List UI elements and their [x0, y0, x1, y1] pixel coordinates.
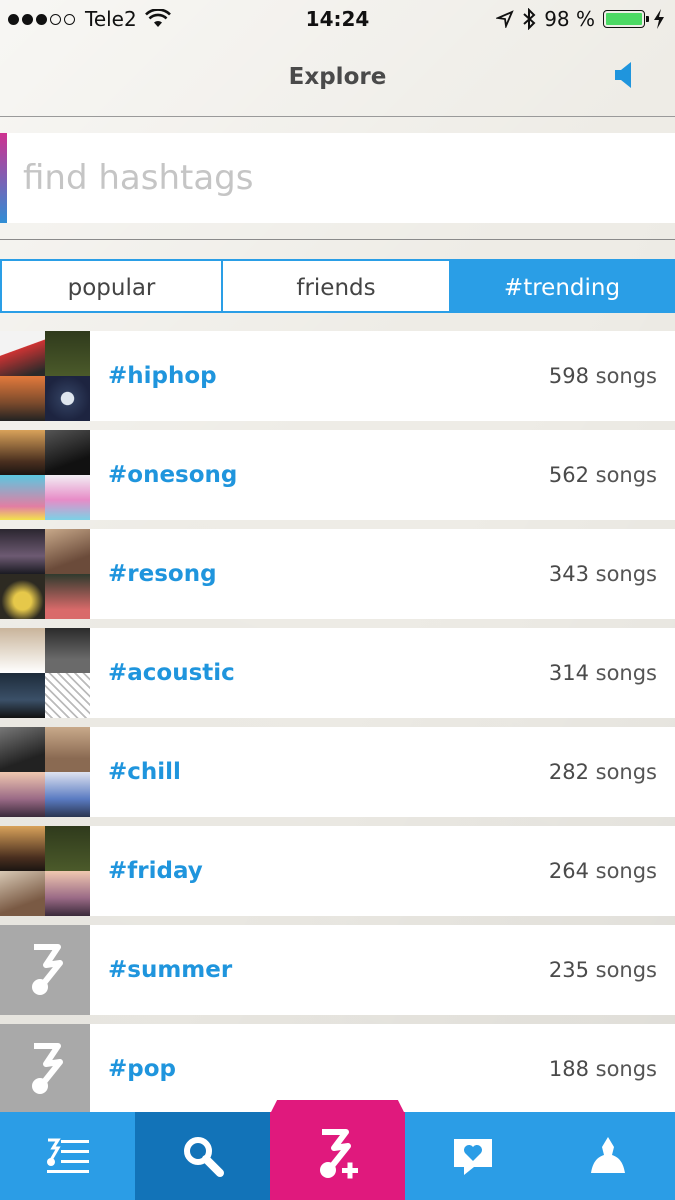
song-count: 235 songs — [548, 958, 657, 982]
list-item[interactable]: #chill 282 songs — [0, 727, 675, 817]
song-count: 314 songs — [548, 661, 657, 685]
playlist-icon — [46, 1138, 89, 1173]
tab-search[interactable] — [135, 1112, 270, 1200]
tab-popular[interactable]: popular — [0, 259, 223, 313]
hashtag-search-bar — [0, 133, 675, 223]
battery-percent: 98 % — [544, 7, 595, 31]
add-song-icon — [319, 1129, 358, 1179]
song-count: 282 songs — [548, 760, 657, 784]
music-note-icon — [0, 925, 90, 1015]
list-item[interactable]: #acoustic 314 songs — [0, 628, 675, 718]
bottom-tab-bar — [0, 1112, 675, 1200]
tab-trending[interactable]: #trending — [451, 259, 675, 313]
bluetooth-icon — [523, 8, 536, 30]
list-item[interactable]: #resong 343 songs — [0, 529, 675, 619]
chat-heart-icon — [453, 1139, 492, 1175]
list-item[interactable]: #hiphop 598 songs — [0, 331, 675, 421]
hashtag-label: #resong — [108, 561, 217, 587]
album-covers-thumbnail — [0, 331, 90, 421]
album-covers-thumbnail — [0, 727, 90, 817]
hashtag-label: #friday — [108, 858, 203, 884]
search-icon — [183, 1137, 224, 1177]
tab-profile[interactable] — [540, 1112, 675, 1200]
album-covers-thumbnail — [0, 628, 90, 718]
album-covers-thumbnail — [0, 826, 90, 916]
hashtag-label: #pop — [108, 1056, 177, 1082]
music-note-icon — [0, 1024, 90, 1114]
list-item[interactable]: #friday 264 songs — [0, 826, 675, 916]
album-covers-thumbnail — [0, 430, 90, 520]
song-count: 188 songs — [548, 1057, 657, 1081]
hashtag-label: #onesong — [108, 462, 238, 488]
divider — [0, 239, 675, 240]
profile-icon — [590, 1137, 625, 1173]
battery-icon — [603, 10, 649, 28]
album-covers-thumbnail — [0, 529, 90, 619]
song-count: 343 songs — [548, 562, 657, 586]
song-count: 562 songs — [548, 463, 657, 487]
hashtag-label: #chill — [108, 759, 181, 785]
charging-icon — [654, 9, 664, 29]
navigation-bar: Explore — [0, 40, 675, 117]
hashtag-label: #acoustic — [108, 660, 235, 686]
song-count: 598 songs — [548, 364, 657, 388]
location-arrow-icon — [496, 10, 514, 28]
hashtag-label: #summer — [108, 957, 233, 983]
hashtag-list: #hiphop 598 songs #onesong 562 songs #re… — [0, 331, 675, 1123]
page-title: Explore — [288, 64, 387, 90]
hashtag-search-input[interactable] — [7, 133, 663, 223]
song-count: 264 songs — [548, 859, 657, 883]
filter-tabs: popular friends #trending — [0, 259, 675, 313]
speaker-icon[interactable] — [611, 60, 639, 90]
tab-playlist[interactable] — [0, 1112, 135, 1200]
tab-friends[interactable]: friends — [223, 259, 451, 313]
list-item[interactable]: #onesong 562 songs — [0, 430, 675, 520]
list-item[interactable]: #summer 235 songs — [0, 925, 675, 1015]
hashtag-label: #hiphop — [108, 363, 217, 389]
tab-add-song[interactable] — [270, 1112, 405, 1200]
status-bar: Tele2 14:24 98 % — [0, 0, 675, 40]
tab-messages[interactable] — [405, 1112, 540, 1200]
